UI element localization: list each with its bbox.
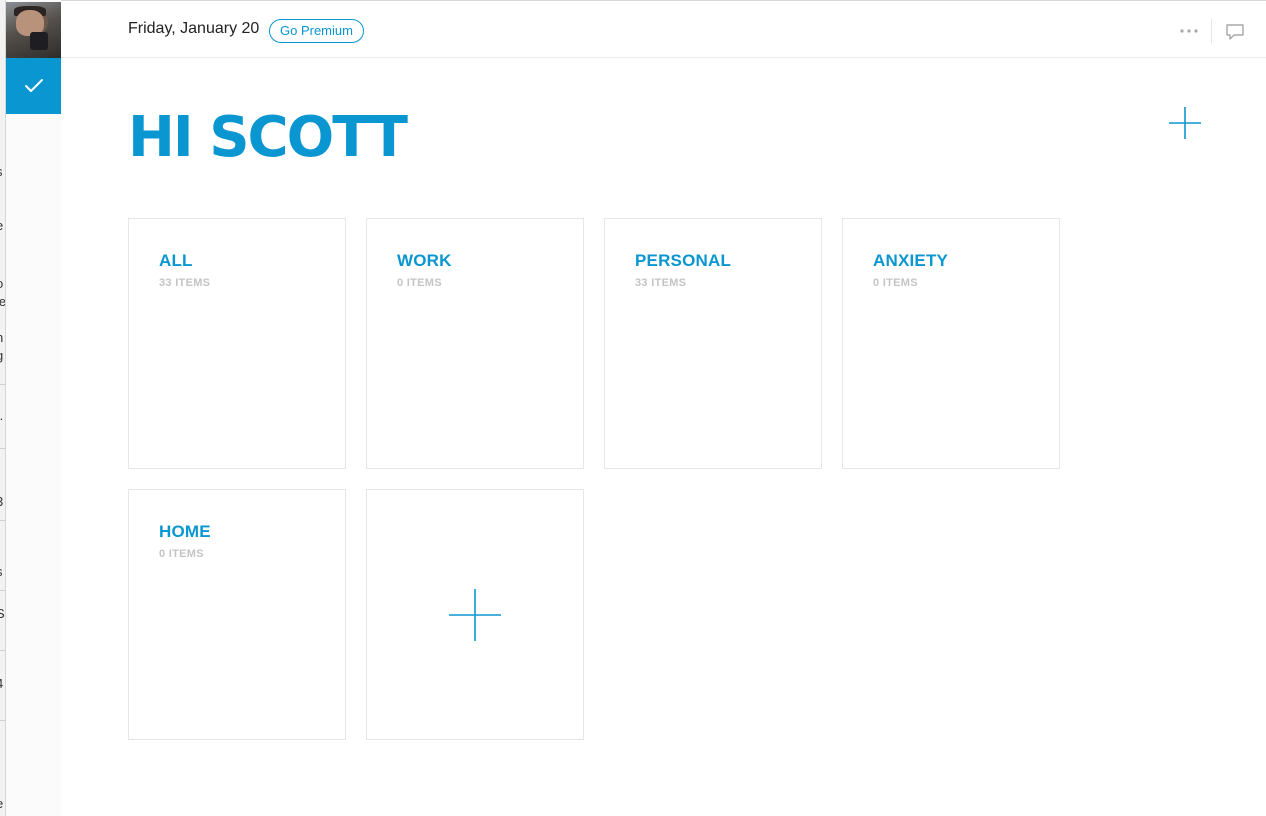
top-bar: Friday, January 20 Go Premium (61, 0, 1266, 58)
list-item-count: 0 ITEMS (159, 548, 204, 560)
bg-text-fragment: 4 (0, 676, 3, 691)
list-item-count: 0 ITEMS (397, 277, 442, 289)
bg-text-fragment: s (0, 564, 3, 579)
tasks-nav-button[interactable] (6, 58, 61, 114)
list-item-count: 0 ITEMS (873, 277, 918, 289)
current-date: Friday, January 20 (128, 20, 260, 37)
list-title: ANXIETY (873, 251, 949, 270)
add-list-button[interactable] (1168, 106, 1202, 140)
list-card-anxiety[interactable]: ANXIETY 0 ITEMS (842, 218, 1060, 469)
add-list-card[interactable] (366, 489, 584, 740)
list-card-home[interactable]: HOME 0 ITEMS (128, 489, 346, 740)
bg-text-fragment: s (0, 164, 3, 179)
bg-text-fragment: g (0, 348, 3, 363)
bg-text-fragment: o (0, 276, 3, 291)
bg-text-fragment: .. (0, 408, 3, 423)
bg-text-fragment: e (0, 218, 3, 233)
list-item-count: 33 ITEMS (635, 277, 687, 289)
bg-text-fragment: S (0, 606, 5, 621)
avatar-mug (30, 32, 48, 50)
list-card-personal[interactable]: PERSONAL 33 ITEMS (604, 218, 822, 469)
toolbar-divider (1211, 19, 1212, 43)
plus-icon (449, 588, 501, 641)
user-avatar[interactable] (6, 2, 61, 58)
bg-text-fragment: e (0, 796, 3, 811)
bg-text-fragment: n (0, 330, 3, 345)
list-title: ALL (159, 251, 193, 270)
go-premium-button[interactable]: Go Premium (269, 19, 364, 43)
list-title: PERSONAL (635, 251, 732, 270)
bg-text-fragment: 3 (0, 494, 3, 509)
greeting-title: HI SCOTT (128, 105, 408, 170)
list-card-all[interactable]: ALL 33 ITEMS (128, 218, 346, 469)
app-window: s e , o ie n g .. 3 s S 4 e Friday (0, 0, 1266, 816)
chat-bubble-icon[interactable] (1225, 23, 1245, 41)
list-card-work[interactable]: WORK 0 ITEMS (366, 218, 584, 469)
list-title: WORK (397, 251, 452, 270)
list-item-count: 33 ITEMS (159, 277, 211, 289)
checkmark-icon (24, 79, 43, 92)
sidebar (6, 0, 61, 816)
list-title: HOME (159, 522, 211, 541)
plus-icon (1169, 107, 1201, 139)
more-options-icon[interactable] (1179, 23, 1199, 39)
